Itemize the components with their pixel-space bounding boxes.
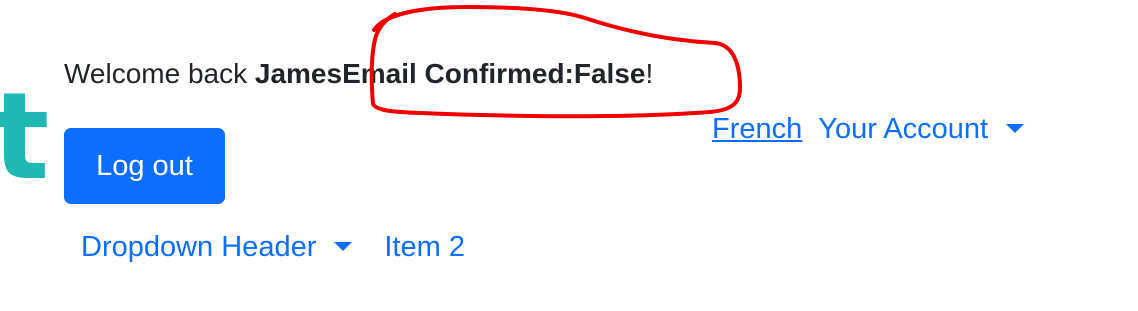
menu-item-2[interactable]: Item 2 bbox=[384, 228, 465, 266]
your-account-dropdown[interactable]: Your Account bbox=[818, 110, 1025, 148]
logout-button[interactable]: Log out bbox=[64, 128, 225, 204]
main-menu: Dropdown Header Item 2 bbox=[81, 228, 465, 266]
caret-down-icon bbox=[1006, 123, 1025, 133]
welcome-prefix: Welcome back bbox=[64, 58, 255, 89]
dropdown-header-label: Dropdown Header bbox=[81, 231, 317, 263]
email-confirmed-status: Email Confirmed:False bbox=[342, 58, 646, 89]
welcome-suffix: ! bbox=[645, 58, 654, 89]
language-link-french[interactable]: French bbox=[712, 110, 802, 148]
brand-logo-fragment: t bbox=[0, 68, 50, 207]
caret-down-icon bbox=[334, 241, 353, 251]
welcome-message: Welcome back JamesEmail Confirmed:False! bbox=[64, 56, 653, 92]
account-navigation: French Your Account bbox=[712, 110, 1025, 148]
dropdown-header-menu[interactable]: Dropdown Header bbox=[81, 228, 353, 266]
user-name: James bbox=[254, 58, 343, 89]
your-account-label: Your Account bbox=[818, 113, 989, 145]
